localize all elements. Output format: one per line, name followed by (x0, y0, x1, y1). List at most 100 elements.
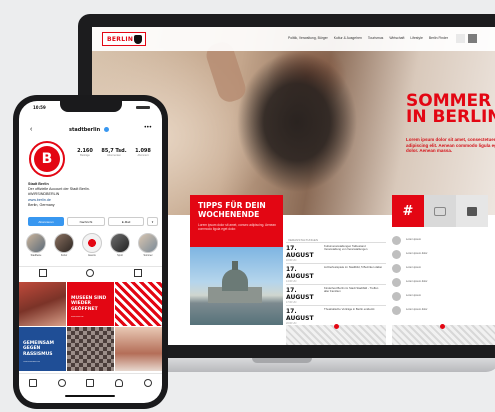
nav-link[interactable]: Tourismus (368, 36, 383, 40)
berlin-cathedral-image[interactable] (190, 247, 283, 325)
event-date: 17. AUGUST 10:00 Uhr (286, 245, 324, 262)
highlight-cover (82, 233, 102, 253)
event-time: 10:00 Uhr (286, 259, 297, 262)
profile-tabbar (19, 266, 162, 279)
event-desc: Theatralische Vorträge in Berlin entdeck… (324, 307, 375, 311)
heart-icon[interactable] (115, 379, 124, 387)
event-date: 17. AUGUST 20:00 Uhr (286, 308, 324, 325)
posts-grid: MUSEEN SIND WIEDER GEÖFFNET www.berlin.d… (19, 282, 162, 371)
social-item[interactable]: Lorem ipsum dolor (392, 303, 495, 317)
event-row[interactable]: 17. AUGUST 10:00 Uhr Kulturveranstaltunge… (286, 242, 386, 263)
stat-posts[interactable]: 2.160 Beiträge (71, 148, 99, 157)
social-icon (392, 291, 401, 301)
event-row[interactable]: 17. AUGUST 20:00 Uhr Theatralische Vorträ… (286, 305, 386, 326)
phone-screen: 10:59 ‹ stadtberlin ••• B 2.160 Beiträge … (19, 101, 162, 403)
nav-link[interactable]: Wirtschaft (389, 36, 404, 40)
message-button[interactable]: Nachricht (67, 217, 105, 226)
avatar-letter: B (34, 146, 60, 172)
highlight-item[interactable]: Events (82, 233, 102, 257)
stat-following[interactable]: 1.098 Abonniert (129, 148, 157, 157)
carousel-dot[interactable] (334, 324, 339, 329)
hero-title-line2: IN BERLIN (406, 107, 495, 127)
grid-post-dance[interactable]: GEMEINSAM GEGEN RASSISMUS #WIRSINDBERLIN (19, 327, 66, 371)
hashtag-tile[interactable]: # (392, 195, 424, 227)
grid-view-icon[interactable] (38, 269, 47, 277)
promo-title-line2: WOCHENENDE (198, 210, 260, 219)
bear-icon (134, 35, 142, 44)
camera-icon (434, 206, 446, 216)
events-list: 17. AUGUST 10:00 Uhr Kulturveranstaltunge… (286, 242, 386, 326)
hero-title: SOMMER IN BERLIN (406, 93, 495, 127)
back-arrow-icon[interactable]: ‹ (30, 126, 32, 133)
event-desc: Kinderfest Berlin im Stadt Stadtbild - T… (324, 286, 379, 294)
home-indicator (65, 395, 115, 397)
event-time: 17:00 Uhr (286, 301, 297, 304)
highlight-item[interactable]: Sport (110, 233, 130, 257)
stat-followers[interactable]: 85,7 Tsd. Abonnenten (100, 148, 128, 157)
social-item[interactable]: Lorem ipsum dolor (392, 247, 495, 261)
promo-title-line1: TIPPS FÜR DEIN (198, 201, 266, 210)
highlight-item[interactable]: Stadtfeste (26, 233, 46, 257)
nav-link[interactable]: Kultur & Ausgehen (334, 36, 362, 40)
promo-text: Lorem ipsum dolor sit amet, consec adipi… (198, 223, 276, 231)
social-item[interactable]: Lorem ipsum (392, 289, 495, 303)
menu-icon[interactable] (468, 34, 477, 43)
event-desc: Lichterfestspiele im Stadtbild, 5 Bezirk… (324, 265, 382, 269)
grid-post-pattern[interactable] (115, 282, 162, 326)
camera-tile[interactable] (424, 195, 456, 227)
social-item[interactable]: Lorem ipsum (392, 261, 495, 275)
highlight-item[interactable]: Kultur (54, 233, 74, 257)
home-icon[interactable] (29, 379, 38, 387)
social-item[interactable]: Lorem ipsum dolor (392, 275, 495, 289)
nav-link[interactable]: Lifestyle (410, 36, 422, 40)
nav-link[interactable]: Berlin Finder (429, 36, 448, 40)
verified-badge-icon (104, 127, 109, 132)
event-date: 17. AUGUST 14:00 Uhr (286, 266, 324, 283)
chevron-down-icon[interactable]: ▾ (147, 217, 158, 226)
profile-username: stadtberlin (69, 127, 101, 133)
social-list: Lorem ipsum Lorem ipsum dolor Lorem ipsu… (392, 233, 495, 317)
event-desc: Kulturveranstaltungen Tatbestand Veranst… (324, 244, 368, 252)
event-row[interactable]: 17. AUGUST 14:00 Uhr Lichterfestspiele im… (286, 263, 386, 284)
reels-icon[interactable] (86, 269, 95, 277)
post-subcaption: #WIRSINDBERLIN (23, 361, 41, 363)
social-icon (392, 263, 401, 273)
search-icon[interactable] (57, 379, 66, 387)
follow-button[interactable]: Abonnieren (28, 217, 64, 226)
social-icon (392, 235, 401, 245)
site-logo[interactable]: BERLIN (102, 32, 146, 46)
grid-post-pixels[interactable] (67, 327, 114, 371)
event-time: 14:00 Uhr (286, 280, 297, 283)
highlight-cover (138, 233, 158, 253)
status-time: 10:59 (33, 105, 46, 110)
profile-icon[interactable] (143, 379, 152, 387)
highlight-item[interactable]: Sommer (138, 233, 158, 257)
cathedral-lantern (232, 261, 238, 270)
bio-location: Berlin, Germany (28, 202, 55, 207)
avatar[interactable]: B (29, 141, 65, 177)
gallery-tile[interactable] (456, 195, 488, 227)
laptop-notch (252, 358, 312, 363)
grid-post-crowd[interactable] (19, 282, 66, 326)
social-item[interactable]: Lorem ipsum (392, 233, 495, 247)
social-icon (392, 277, 401, 287)
profile-stats: 2.160 Beiträge 85,7 Tsd. Abonnenten 1.098 A… (71, 148, 157, 157)
post-caption: GEMEINSAM GEGEN RASSISMUS (23, 341, 54, 357)
profile-buttons: Abonnieren Nachricht E-Mail ▾ (28, 217, 158, 226)
carousel-dot[interactable] (440, 324, 445, 329)
add-post-icon[interactable] (86, 379, 95, 387)
event-row[interactable]: 17. AUGUST 17:00 Uhr Kinderfest Berlin im… (286, 284, 386, 305)
grid-post-people[interactable] (115, 327, 162, 371)
highlight-cover (110, 233, 130, 253)
tagged-icon[interactable] (134, 269, 143, 277)
battery-icon (136, 106, 150, 109)
social-icon (392, 305, 401, 315)
grid-icon[interactable] (456, 34, 465, 43)
profile-bio: Stadt Berlin Der offizielle Account der … (28, 182, 153, 208)
email-button[interactable]: E-Mail (108, 217, 144, 226)
grid-post-museum[interactable]: MUSEEN SIND WIEDER GEÖFFNET www.berlin.d… (67, 282, 114, 326)
more-options-icon[interactable]: ••• (144, 125, 152, 131)
nav-link[interactable]: Politik, Verwaltung, Bürger (288, 36, 328, 40)
site-header: BERLIN Politik, Verwaltung, Bürger Kultu… (92, 27, 495, 51)
event-date: 17. AUGUST 17:00 Uhr (286, 287, 324, 304)
